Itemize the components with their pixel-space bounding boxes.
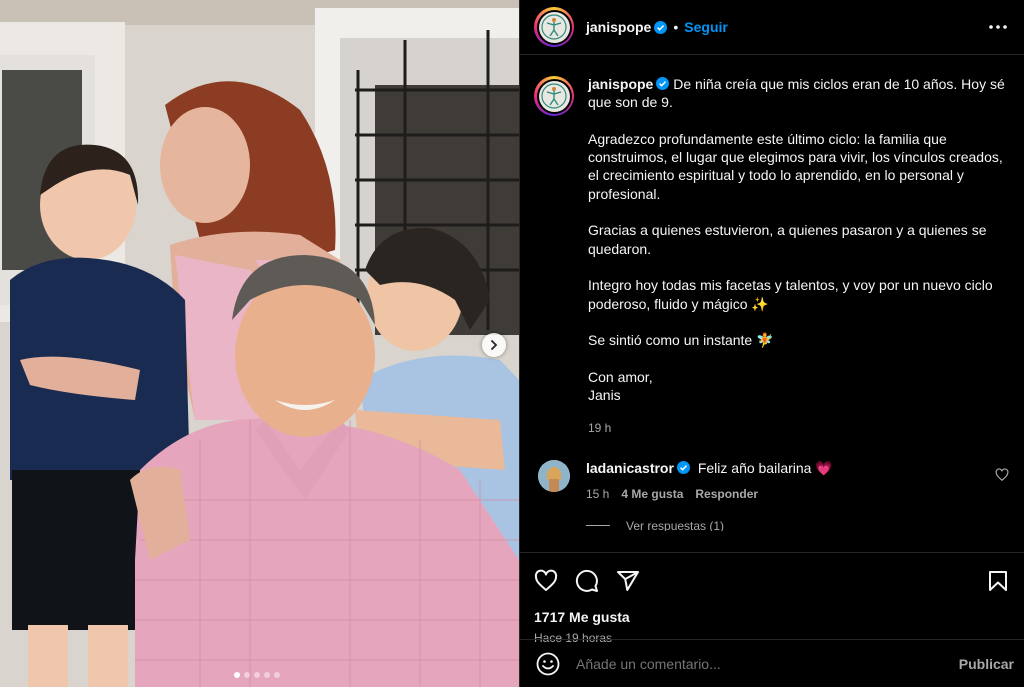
family-photo-illustration [0, 0, 519, 687]
share-icon[interactable] [616, 569, 640, 593]
verified-badge-icon [676, 460, 690, 474]
username-link[interactable]: janispope [586, 19, 651, 35]
more-options-button[interactable] [986, 15, 1010, 39]
caption-paragraph: Con amor, [588, 368, 653, 385]
dancer-logo-icon [541, 14, 567, 40]
heart-icon[interactable] [534, 569, 558, 593]
comment-icon[interactable] [575, 569, 599, 593]
post-side-panel: janispope • Seguir janispope De niña cre… [519, 0, 1024, 687]
comment-meta: 15 h 4 Me gusta Responder [586, 487, 1010, 501]
instagram-post: janispope • Seguir janispope De niña cre… [0, 0, 1024, 687]
comment-avatar[interactable] [538, 459, 570, 492]
action-bar [534, 561, 1010, 601]
caption-paragraph: Integro hoy todas mis facetas y talentos… [588, 277, 993, 312]
caption-paragraph: Agradezco profundamente este último cicl… [588, 130, 1003, 202]
comment-item: ladanicastror Feliz año bailarina 💗 15 h… [534, 459, 1010, 501]
comment-likes-button[interactable]: 4 Me gusta [621, 487, 683, 501]
follow-button[interactable]: Seguir [684, 19, 728, 35]
caption-paragraph: Gracias a quienes estuvieron, a quienes … [588, 222, 987, 257]
publish-button[interactable]: Publicar [959, 656, 1014, 672]
view-replies-label: Ver respuestas (1) [626, 520, 725, 531]
comment-input[interactable] [576, 655, 959, 672]
bookmark-icon[interactable] [986, 569, 1010, 593]
likes-count[interactable]: 1717 Me gusta [534, 609, 1010, 625]
emoji-icon[interactable] [536, 652, 560, 676]
carousel-next-button[interactable] [482, 333, 506, 357]
carousel-indicator [234, 672, 280, 678]
post-header: janispope • Seguir [520, 0, 1024, 55]
post-caption: janispope De niña creía que mis ciclos e… [534, 75, 1010, 437]
carousel-dot [274, 672, 280, 678]
carousel-dot [234, 672, 240, 678]
profile-photo-icon [538, 459, 570, 492]
verified-badge-icon [654, 20, 668, 34]
carousel-dot [244, 672, 250, 678]
chevron-right-icon [491, 340, 498, 350]
header-user: janispope • Seguir [586, 19, 986, 35]
view-replies-button[interactable]: Ver respuestas (1) [586, 521, 1010, 531]
verified-badge-icon [656, 77, 670, 90]
avatar[interactable] [534, 76, 574, 116]
caption-username[interactable]: janispope [588, 76, 653, 92]
avatar[interactable] [534, 7, 574, 47]
caption-paragraph: Se sintió como un instante 🧚 [588, 332, 774, 349]
replies-divider [586, 525, 610, 527]
carousel-dot [254, 672, 260, 678]
caption-text: janispope De niña creía que mis ciclos e… [588, 75, 1010, 437]
caption-paragraph: Janis [588, 387, 621, 404]
comment-time: 15 h [586, 486, 610, 501]
more-horizontal-icon [989, 25, 1007, 29]
dancer-logo-icon [541, 83, 567, 109]
comment-like-heart-icon[interactable] [995, 468, 1009, 482]
carousel-dot [264, 672, 270, 678]
separator-dot: • [673, 19, 679, 35]
add-comment-bar: Publicar [520, 639, 1024, 687]
reply-button[interactable]: Responder [695, 487, 758, 501]
caption-time: 19 h [588, 420, 612, 435]
comment-text: Feliz año bailarina 💗 [697, 459, 833, 476]
post-photo[interactable] [0, 0, 519, 687]
comment-username[interactable]: ladanicastror [586, 460, 674, 476]
comments-section[interactable]: janispope De niña creía que mis ciclos e… [520, 55, 1024, 552]
